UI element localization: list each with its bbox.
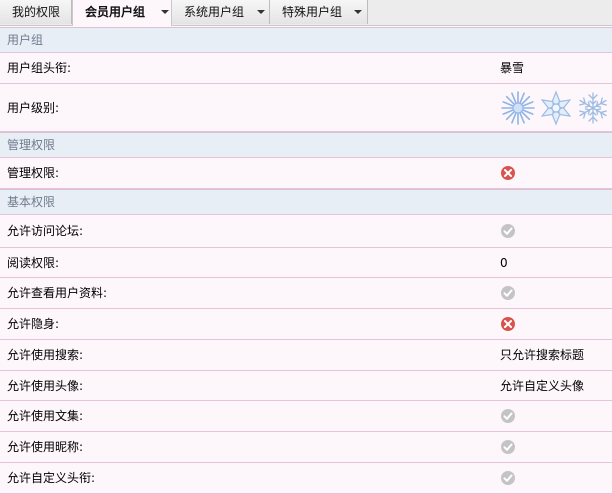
row-label: 允许查看用户资料: — [7, 286, 108, 300]
row-label: 允许使用文集: — [7, 409, 84, 423]
snowflake-icon — [540, 90, 572, 126]
section-admin: 管理权限 — [0, 132, 612, 158]
row-value: 0 — [500, 256, 508, 270]
row-group-title: 用户组头衔: 暴雪 — [0, 53, 612, 84]
row-label: 用户组头衔: — [7, 61, 72, 75]
row-view-profile: 允许查看用户资料: — [0, 278, 612, 309]
tab-label: 系统用户组 — [184, 5, 245, 19]
row-label: 用户级别: — [7, 101, 60, 115]
row-search: 允许使用搜索: 只允许搜索标题 — [0, 340, 612, 371]
row-visit-forum: 允许访问论坛: — [0, 215, 612, 248]
snowflake-icon — [579, 92, 607, 124]
section-title: 用户组 — [7, 33, 44, 47]
row-label: 允许隐身: — [7, 317, 60, 331]
tab-member-groups[interactable]: 会员用户组 — [72, 0, 172, 26]
row-label: 允许使用昵称: — [7, 440, 84, 454]
row-nickname: 允许使用昵称: — [0, 432, 612, 463]
allowed-icon — [500, 408, 516, 424]
row-admin-perm: 管理权限: — [0, 158, 612, 189]
tab-special-groups[interactable]: 特殊用户组 — [270, 0, 368, 24]
denied-icon — [500, 165, 516, 181]
row-value: 只允许搜索标题 — [500, 348, 585, 362]
section-basic: 基本权限 — [0, 189, 612, 215]
tab-bar: 我的权限 会员用户组 系统用户组 特殊用户组 — [0, 0, 612, 26]
row-label: 允许自定义头衔: — [7, 471, 96, 485]
section-title: 管理权限 — [7, 138, 56, 152]
section-title: 基本权限 — [7, 195, 56, 209]
row-avatar: 允许使用头像: 允许自定义头像 — [0, 371, 612, 401]
row-label: 允许访问论坛: — [7, 224, 84, 238]
tab-system-groups[interactable]: 系统用户组 — [172, 0, 270, 24]
row-collection: 允许使用文集: — [0, 401, 612, 432]
tab-label: 我的权限 — [12, 5, 61, 19]
row-label: 允许使用搜索: — [7, 348, 84, 362]
chevron-down-icon[interactable] — [354, 10, 362, 14]
allowed-icon — [500, 285, 516, 301]
tab-my-permissions[interactable]: 我的权限 — [0, 0, 72, 24]
row-label: 管理权限: — [7, 166, 60, 180]
row-value: 允许自定义头像 — [500, 379, 585, 393]
tab-label: 会员用户组 — [85, 5, 146, 19]
row-read-perm: 阅读权限: 0 — [0, 248, 612, 278]
row-value: 暴雪 — [500, 61, 525, 75]
snowflake-icon — [501, 91, 535, 125]
section-user-group: 用户组 — [0, 27, 612, 53]
chevron-down-icon[interactable] — [161, 10, 169, 14]
row-label: 允许使用头像: — [7, 379, 84, 393]
denied-icon — [500, 316, 516, 332]
allowed-icon — [500, 439, 516, 455]
row-invisible: 允许隐身: — [0, 309, 612, 340]
allowed-icon — [500, 223, 516, 239]
tab-label: 特殊用户组 — [282, 5, 343, 19]
chevron-down-icon[interactable] — [257, 10, 265, 14]
allowed-icon — [500, 470, 516, 486]
row-custom-title: 允许自定义头衔: — [0, 463, 612, 494]
row-label: 阅读权限: — [7, 256, 60, 270]
